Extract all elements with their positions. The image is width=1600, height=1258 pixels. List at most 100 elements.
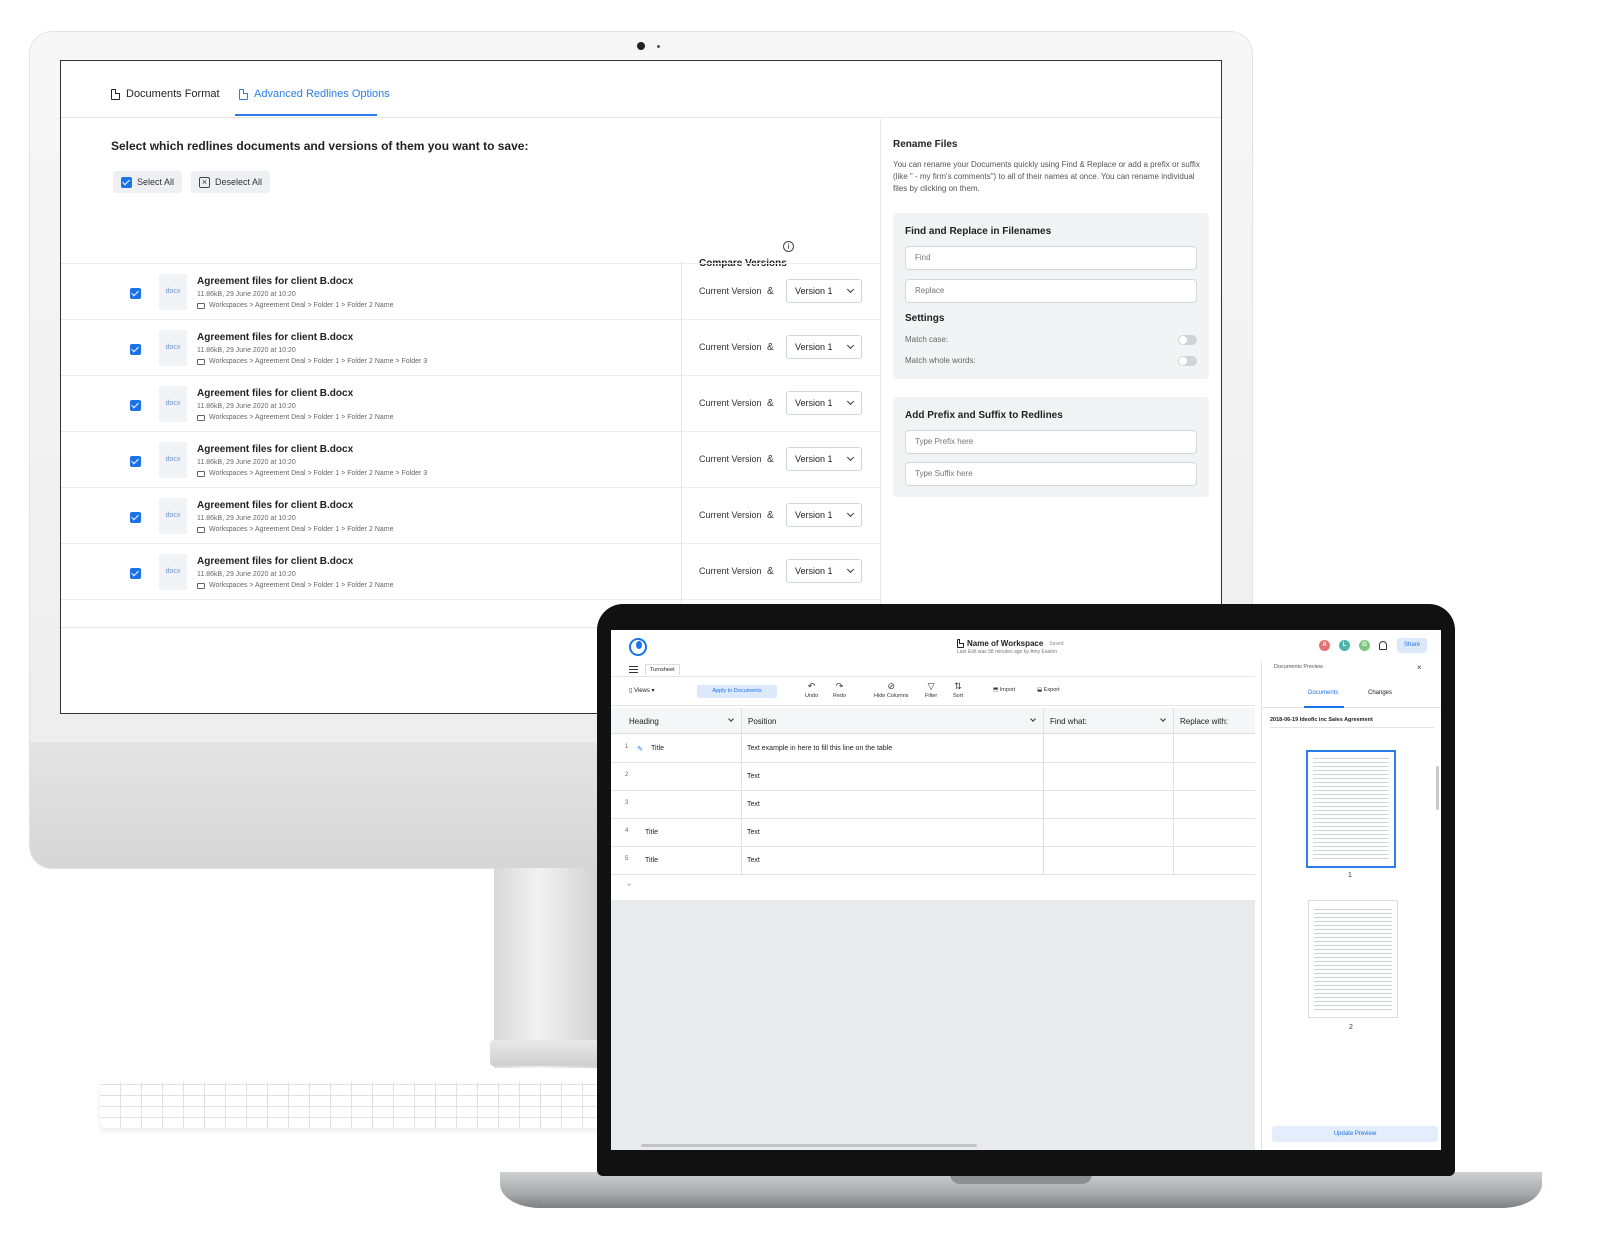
- column-header-heading[interactable]: Heading: [629, 717, 659, 726]
- filter-button[interactable]: ▽ Filter: [925, 682, 938, 700]
- table-row[interactable]: 2 Text: [611, 763, 1255, 791]
- file-row[interactable]: docx Agreement files for client B.docx 1…: [61, 543, 881, 599]
- cell-position[interactable]: Text: [747, 857, 760, 864]
- suffix-input[interactable]: Type Suffix here: [905, 462, 1197, 486]
- cell-position[interactable]: Text: [747, 801, 760, 808]
- document-icon: [239, 88, 248, 100]
- cell-heading[interactable]: Title: [651, 745, 664, 752]
- deselect-all-button[interactable]: × Deselect All: [191, 171, 271, 193]
- avatar[interactable]: L: [1339, 640, 1350, 651]
- preview-document-name[interactable]: 2018-06-19 Ideofic inc Sales Agreement: [1270, 712, 1434, 728]
- undo-button[interactable]: ↶ Undo: [805, 682, 818, 700]
- update-preview-button[interactable]: Update Preview: [1272, 1126, 1438, 1142]
- file-checkbox[interactable]: [130, 512, 141, 523]
- cell-heading[interactable]: Title: [645, 829, 658, 836]
- tab-changes[interactable]: Changes: [1368, 690, 1392, 696]
- file-meta: 11.86kB, 29 June 2020 at 10:20: [197, 571, 296, 578]
- import-button[interactable]: ⬒ Import: [993, 687, 1015, 693]
- version-value: Version 1: [795, 342, 833, 352]
- table-row[interactable]: 4 Title Text: [611, 819, 1255, 847]
- column-header-find-what[interactable]: Find what:: [1050, 717, 1087, 726]
- tab-advanced-redlines-options[interactable]: Advanced Redlines Options: [239, 88, 390, 100]
- find-input[interactable]: Find: [905, 246, 1197, 270]
- rename-files-title: Rename Files: [893, 139, 958, 150]
- info-icon[interactable]: i: [783, 241, 794, 252]
- checkbox-checked-icon: [121, 176, 132, 188]
- document-icon: [111, 88, 120, 100]
- prefix-input[interactable]: Type Prefix here: [905, 430, 1197, 454]
- import-label: Import: [999, 687, 1016, 693]
- tab-turnsheet[interactable]: Turnsheet: [645, 664, 680, 675]
- menu-icon[interactable]: [629, 666, 638, 673]
- version-select[interactable]: Version 1: [786, 447, 862, 471]
- file-row[interactable]: docx Agreement files for client B.docx 1…: [61, 319, 881, 375]
- apply-to-documents-button[interactable]: Apply to Documents: [697, 685, 777, 698]
- file-row[interactable]: docx Agreement files for client B.docx 1…: [61, 431, 881, 487]
- add-row-button[interactable]: +: [627, 882, 631, 889]
- file-path: Workspaces > Agreement Deal > Folder 1 >…: [197, 470, 427, 477]
- current-version-label: Current Version: [699, 510, 762, 520]
- file-checkbox[interactable]: [130, 288, 141, 299]
- workspace-title[interactable]: Name of Workspace Saved: [957, 639, 1064, 648]
- folder-icon: [197, 358, 205, 365]
- cell-position[interactable]: Text example in here to fill this line o…: [747, 745, 892, 752]
- chevron-down-icon[interactable]: [1160, 716, 1166, 722]
- export-icon: ⬓: [1037, 687, 1044, 693]
- file-checkbox[interactable]: [130, 400, 141, 411]
- docx-file-icon: docx: [159, 442, 187, 478]
- sort-button[interactable]: ⇅ Sort: [953, 682, 963, 700]
- replace-input[interactable]: Replace: [905, 279, 1197, 303]
- prefix-suffix-title: Add Prefix and Suffix to Redlines: [905, 410, 1063, 421]
- version-select[interactable]: Version 1: [786, 503, 862, 527]
- page-thumbnail[interactable]: [1306, 750, 1396, 868]
- filter-label: Filter: [925, 693, 938, 699]
- file-path: Workspaces > Agreement Deal > Folder 1 >…: [197, 414, 394, 421]
- version-select[interactable]: Version 1: [786, 559, 862, 583]
- close-icon[interactable]: ×: [1417, 663, 1422, 672]
- chevron-down-icon[interactable]: [728, 716, 734, 722]
- tab-documents[interactable]: Documents: [1308, 690, 1338, 696]
- avatar[interactable]: G: [1359, 640, 1370, 651]
- table-row[interactable]: 1 ✎ Title Text example in here to fill t…: [611, 735, 1255, 763]
- chevron-down-icon[interactable]: [1030, 716, 1036, 722]
- hide-columns-button[interactable]: ⊘ Hide Columns: [874, 682, 909, 700]
- redo-button[interactable]: ↷ Redo: [833, 682, 847, 700]
- match-whole-words-toggle[interactable]: [1178, 356, 1197, 366]
- chevron-down-icon: [846, 285, 855, 294]
- file-row[interactable]: docx Agreement files for client B.docx 1…: [61, 487, 881, 543]
- tab-documents-format[interactable]: Documents Format: [111, 88, 220, 100]
- column-header-replace-with[interactable]: Replace with:: [1180, 717, 1228, 726]
- ampersand-label: &: [767, 286, 774, 297]
- file-path: Workspaces > Agreement Deal > Folder 1 >…: [197, 582, 394, 589]
- app-logo-icon[interactable]: [629, 638, 647, 656]
- cell-heading[interactable]: Title: [645, 857, 658, 864]
- edit-icon[interactable]: ✎: [637, 745, 643, 753]
- select-all-button[interactable]: Select All: [113, 171, 183, 193]
- views-dropdown[interactable]: ▯ Views ▾: [629, 687, 655, 694]
- vertical-scrollbar[interactable]: [1436, 766, 1439, 810]
- bell-icon[interactable]: [1379, 641, 1387, 650]
- export-button[interactable]: ⬓ Export: [1037, 687, 1060, 693]
- horizontal-scrollbar[interactable]: [641, 1144, 977, 1147]
- ampersand-label: &: [767, 454, 774, 465]
- match-case-toggle[interactable]: [1178, 335, 1197, 345]
- file-checkbox[interactable]: [130, 344, 141, 355]
- cell-position[interactable]: Text: [747, 829, 760, 836]
- page-thumbnail[interactable]: [1308, 900, 1398, 1018]
- device-mockup-stage: Documents Format Advanced Redlines Optio…: [0, 0, 1600, 1258]
- file-checkbox[interactable]: [130, 456, 141, 467]
- version-select[interactable]: Version 1: [786, 279, 862, 303]
- avatar[interactable]: A: [1319, 640, 1330, 651]
- table-row[interactable]: 3 Text: [611, 791, 1255, 819]
- column-header-position[interactable]: Position: [748, 717, 776, 726]
- version-select[interactable]: Version 1: [786, 391, 862, 415]
- camera-icon: [637, 42, 645, 50]
- file-checkbox[interactable]: [130, 568, 141, 579]
- table-row[interactable]: 5 Title Text: [611, 847, 1255, 875]
- file-row[interactable]: docx Agreement files for client B.docx 1…: [61, 375, 881, 431]
- version-select[interactable]: Version 1: [786, 335, 862, 359]
- share-button[interactable]: Share: [1397, 638, 1427, 653]
- redo-label: Redo: [833, 693, 847, 699]
- file-row[interactable]: docx Agreement files for client B.docx 1…: [61, 263, 881, 319]
- cell-position[interactable]: Text: [747, 773, 760, 780]
